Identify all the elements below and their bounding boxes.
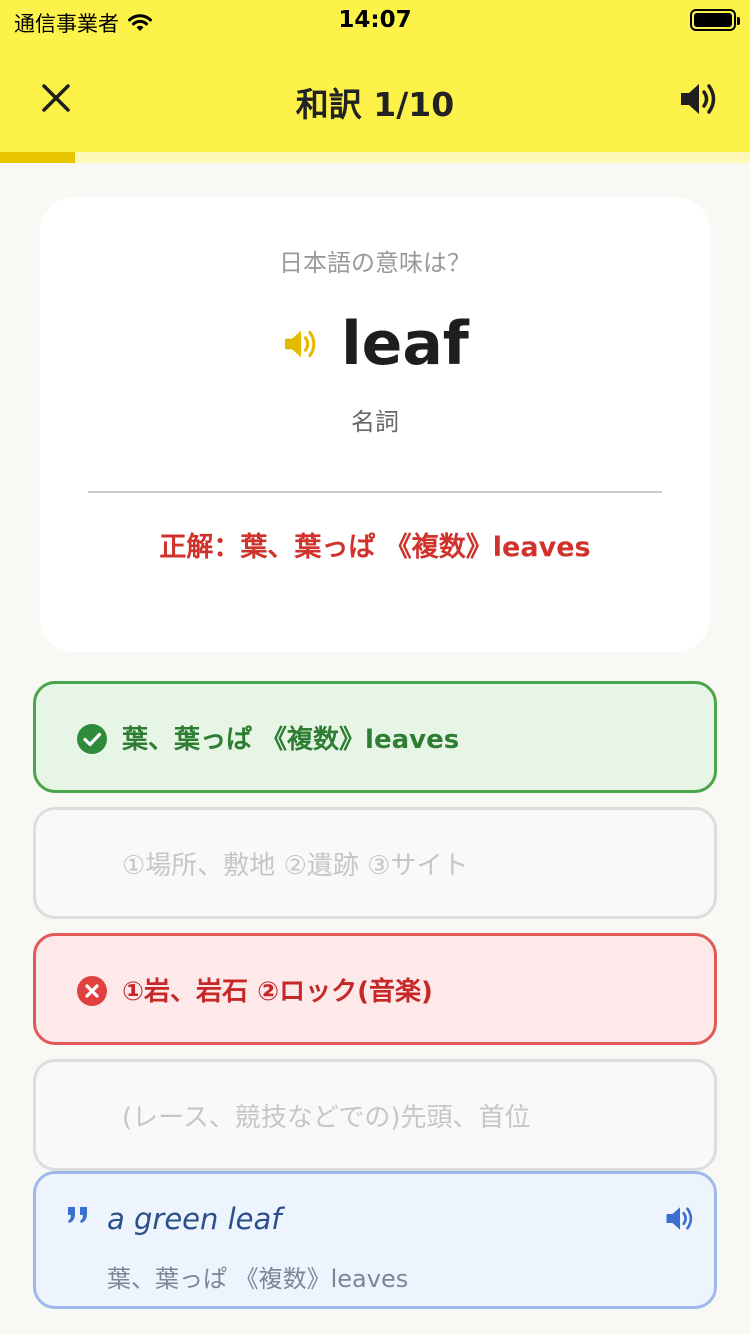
speaker-icon xyxy=(681,84,716,114)
example-sentence-card: a green leaf 葉、葉っぱ 《複数》leaves xyxy=(33,1171,717,1309)
example-translation: 葉、葉っぱ 《複数》leaves xyxy=(107,1265,409,1293)
option-1[interactable]: 葉、葉っぱ 《複数》leaves xyxy=(33,681,717,793)
question-prompt: 日本語の意味は？ xyxy=(279,249,471,277)
header: 和訳 1/10 xyxy=(0,44,750,152)
option-label: (レース、競技などでの)先頭、首位 xyxy=(122,1102,531,1133)
example-sentence: a green leaf xyxy=(107,1202,282,1236)
speaker-icon xyxy=(285,330,316,358)
option-3[interactable]: ①岩、岩石 ②ロック(音楽) xyxy=(33,933,717,1045)
option-4[interactable]: (レース、競技などでの)先頭、首位 xyxy=(33,1059,717,1171)
correct-answer-text: 正解：葉、葉っぱ 《複数》leaves xyxy=(159,532,591,563)
option-label: ①岩、岩石 ②ロック(音楽) xyxy=(122,976,433,1007)
battery-icon xyxy=(690,9,740,31)
example-sound-button[interactable] xyxy=(662,1200,698,1236)
option-2[interactable]: ①場所、敷地 ②遺跡 ③サイト xyxy=(33,807,717,919)
option-label: 葉、葉っぱ 《複数》leaves xyxy=(122,724,460,755)
word-row: leaf xyxy=(40,309,710,379)
status-bar: 通信事業者 14:07 xyxy=(0,0,750,44)
part-of-speech: 名詞 xyxy=(351,408,399,436)
quote-icon xyxy=(68,1207,87,1223)
word-sound-button[interactable] xyxy=(281,324,321,364)
x-circle-icon xyxy=(77,976,107,1006)
question-word: leaf xyxy=(341,309,469,379)
progress-fill xyxy=(0,152,75,163)
question-card: 日本語の意味は？ leaf 名詞 正解：葉、葉っぱ 《複数》leaves xyxy=(40,197,710,652)
option-label: ①場所、敷地 ②遺跡 ③サイト xyxy=(122,850,469,881)
progress-bar xyxy=(0,152,750,163)
status-time: 14:07 xyxy=(338,7,412,33)
speaker-icon xyxy=(666,1206,693,1230)
header-sound-button[interactable] xyxy=(674,74,724,124)
page-title: 和訳 1/10 xyxy=(295,85,455,124)
check-circle-icon xyxy=(77,724,107,754)
divider xyxy=(88,491,662,493)
